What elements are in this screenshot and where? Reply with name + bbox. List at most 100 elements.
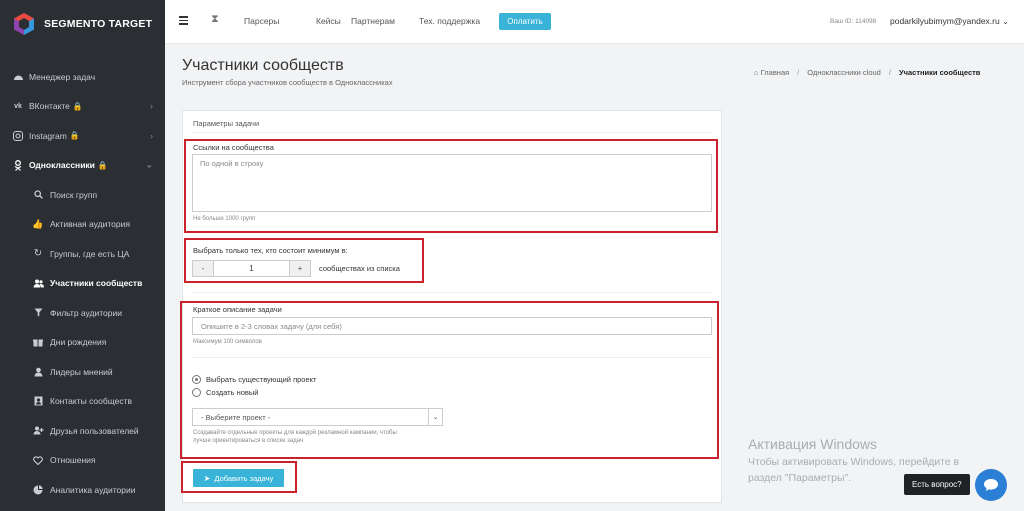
sidebar-item-odnoklassniki[interactable]: Одноклассники 🔒 ⌄: [0, 151, 165, 181]
min-communities-stepper: - 1 +: [192, 260, 311, 277]
users-icon: [32, 277, 44, 289]
odnoklassniki-icon: [12, 159, 24, 171]
sidebar-item-label: Одноклассники: [29, 160, 95, 171]
chat-icon: [984, 479, 998, 491]
description-label: Краткое описание задачи: [193, 305, 282, 314]
sidebar: SEGMENTO TARGET Менеджер задач vk ВКонта…: [0, 0, 165, 511]
links-label: Ссылки на сообщества: [193, 143, 274, 152]
gift-icon: [32, 336, 44, 348]
breadcrumb-home[interactable]: ⌂ Главная: [754, 68, 789, 77]
user-plus-icon: [32, 425, 44, 437]
chat-widget-button[interactable]: [975, 469, 1007, 501]
sidebar-subitem-user-friends[interactable]: Друзья пользователей: [0, 416, 165, 446]
help-button[interactable]: Есть вопрос?: [904, 474, 970, 495]
sidebar-subitem-community-members[interactable]: Участники сообществ: [0, 269, 165, 299]
user-icon: [32, 366, 44, 378]
project-hint-line-1: Создавайте отдельные проекты для каждой …: [193, 430, 397, 436]
min-communities-input[interactable]: 1: [213, 261, 290, 276]
sidebar-subitem-label: Друзья пользователей: [50, 425, 139, 436]
sidebar-item-task-manager[interactable]: Менеджер задач: [0, 62, 165, 92]
sidebar-item-label: Instagram: [29, 130, 67, 141]
home-icon: ⌂: [754, 68, 759, 77]
sidebar-subitem-audience-filter[interactable]: Фильтр аудитории: [0, 298, 165, 328]
description-placeholder: Опишите в 2-3 словах задачу (для себя): [201, 321, 342, 331]
links-hint: Не больше 1000 групп: [193, 216, 256, 222]
sidebar-subitem-opinion-leaders[interactable]: Лидеры мнений: [0, 357, 165, 387]
sidebar-subitem-label: Отношения: [50, 455, 96, 466]
radio-existing-project[interactable]: Выбрать существующий проект: [192, 375, 316, 384]
dashboard-icon: [12, 71, 24, 83]
decrement-button[interactable]: -: [193, 261, 213, 276]
breadcrumb-ok-cloud[interactable]: Одноклассники cloud: [807, 68, 881, 77]
logo[interactable]: SEGMENTO TARGET: [12, 10, 152, 38]
page-title: Участники сообществ: [182, 57, 344, 74]
radio-existing-label: Выбрать существующий проект: [206, 375, 317, 384]
sidebar-subitem-label: Аналитика аудитории: [50, 484, 136, 495]
sidebar-subitem-relations[interactable]: Отношения: [0, 446, 165, 476]
pay-button[interactable]: Оплатить: [499, 13, 551, 30]
user-menu[interactable]: podarkilyubimym@yandex.ru ⌄: [890, 16, 1009, 26]
logo-cube-icon: [14, 13, 34, 35]
nav-link-support[interactable]: Тех. поддержка: [419, 16, 480, 26]
divider: [193, 132, 713, 133]
sidebar-subitem-label: Поиск групп: [50, 189, 98, 200]
activation-watermark-title: Активация Windows: [748, 436, 878, 452]
vk-icon: vk: [14, 102, 22, 110]
sidebar-item-label: ВКонтакте: [29, 101, 70, 112]
page-subtitle: Инструмент сбора участников сообществ в …: [182, 78, 393, 87]
sidebar-subitem-active-audience[interactable]: 👍 Активная аудитория: [0, 210, 165, 240]
menu-toggle-icon[interactable]: [179, 16, 188, 25]
project-select[interactable]: - Выберите проект - ⌄: [192, 408, 443, 426]
sidebar-subitem-label: Контакты сообществ: [50, 396, 133, 407]
breadcrumb-current: Участники сообществ: [898, 68, 981, 77]
chevron-right-icon: ›: [150, 101, 153, 112]
sidebar-subitem-label: Группы, где есть ЦА: [50, 248, 130, 259]
lock-icon: 🔒: [97, 160, 108, 170]
min-communities-suffix: сообществах из списка: [319, 264, 400, 273]
nav-link-cases[interactable]: Кейсы: [316, 16, 341, 26]
lock-icon: 🔒: [69, 131, 80, 141]
description-input[interactable]: Опишите в 2-3 словах задачу (для себя): [192, 317, 712, 335]
sidebar-subitem-groups-with-ta[interactable]: ↻ Группы, где есть ЦА: [0, 239, 165, 269]
breadcrumb: ⌂ Главная / Одноклассники cloud / Участн…: [754, 68, 980, 77]
project-hint-line-2: лучше ориентироваться в списке задач: [193, 438, 304, 444]
sidebar-nav: Менеджер задач vk ВКонтакте 🔒 › Instagra…: [0, 62, 165, 505]
links-placeholder: По одной в строку: [200, 159, 264, 168]
sidebar-item-label: Менеджер задач: [29, 71, 96, 82]
sidebar-subitem-birthdays[interactable]: Дни рождения: [0, 328, 165, 358]
user-email: podarkilyubimym@yandex.ru: [890, 16, 1000, 26]
radio-new-project[interactable]: Создать новый: [192, 388, 258, 397]
nav-link-partners[interactable]: Партнерам: [351, 16, 395, 26]
breadcrumb-separator: /: [797, 68, 800, 77]
refresh-icon: ↻: [33, 248, 43, 260]
user-id: Ваш ID: 114098: [830, 18, 877, 25]
sidebar-subitem-label: Фильтр аудитории: [50, 307, 122, 318]
activation-watermark-line-1: Чтобы активировать Windows, перейдите в: [748, 456, 960, 468]
links-textarea[interactable]: По одной в строку: [192, 154, 712, 212]
panel-title: Параметры задачи: [193, 119, 260, 128]
radio-checked-icon: [192, 375, 201, 384]
sidebar-subitem-audience-analytics[interactable]: Аналитика аудитории: [0, 475, 165, 505]
hourglass-icon[interactable]: ⧗: [211, 13, 219, 26]
divider: [193, 292, 713, 293]
activation-watermark-line-2: раздел "Параметры".: [748, 472, 852, 484]
chevron-down-icon: ⌄: [428, 409, 442, 425]
add-task-button[interactable]: ➤ Добавить задачу: [193, 469, 284, 487]
sidebar-subitem-search-groups[interactable]: Поиск групп: [0, 180, 165, 210]
send-icon: ➤: [203, 473, 211, 483]
sidebar-subitem-label: Лидеры мнений: [50, 366, 113, 377]
description-hint: Максимум 100 символов: [193, 339, 262, 345]
breadcrumb-separator: /: [888, 68, 891, 77]
divider: [192, 357, 712, 358]
nav-link-parsers[interactable]: Парсеры: [244, 16, 279, 26]
sidebar-item-instagram[interactable]: Instagram 🔒 ›: [0, 121, 165, 151]
sidebar-item-vkontakte[interactable]: vk ВКонтакте 🔒 ›: [0, 92, 165, 122]
sidebar-subitem-label: Активная аудитория: [50, 219, 130, 230]
sidebar-subitem-community-contacts[interactable]: Контакты сообществ: [0, 387, 165, 417]
chevron-down-icon: ⌄: [145, 159, 153, 170]
sidebar-subitem-label: Дни рождения: [50, 337, 107, 348]
increment-button[interactable]: +: [290, 261, 310, 276]
search-icon: [32, 189, 44, 201]
filter-icon: [32, 307, 44, 319]
add-task-label: Добавить задачу: [214, 473, 274, 483]
